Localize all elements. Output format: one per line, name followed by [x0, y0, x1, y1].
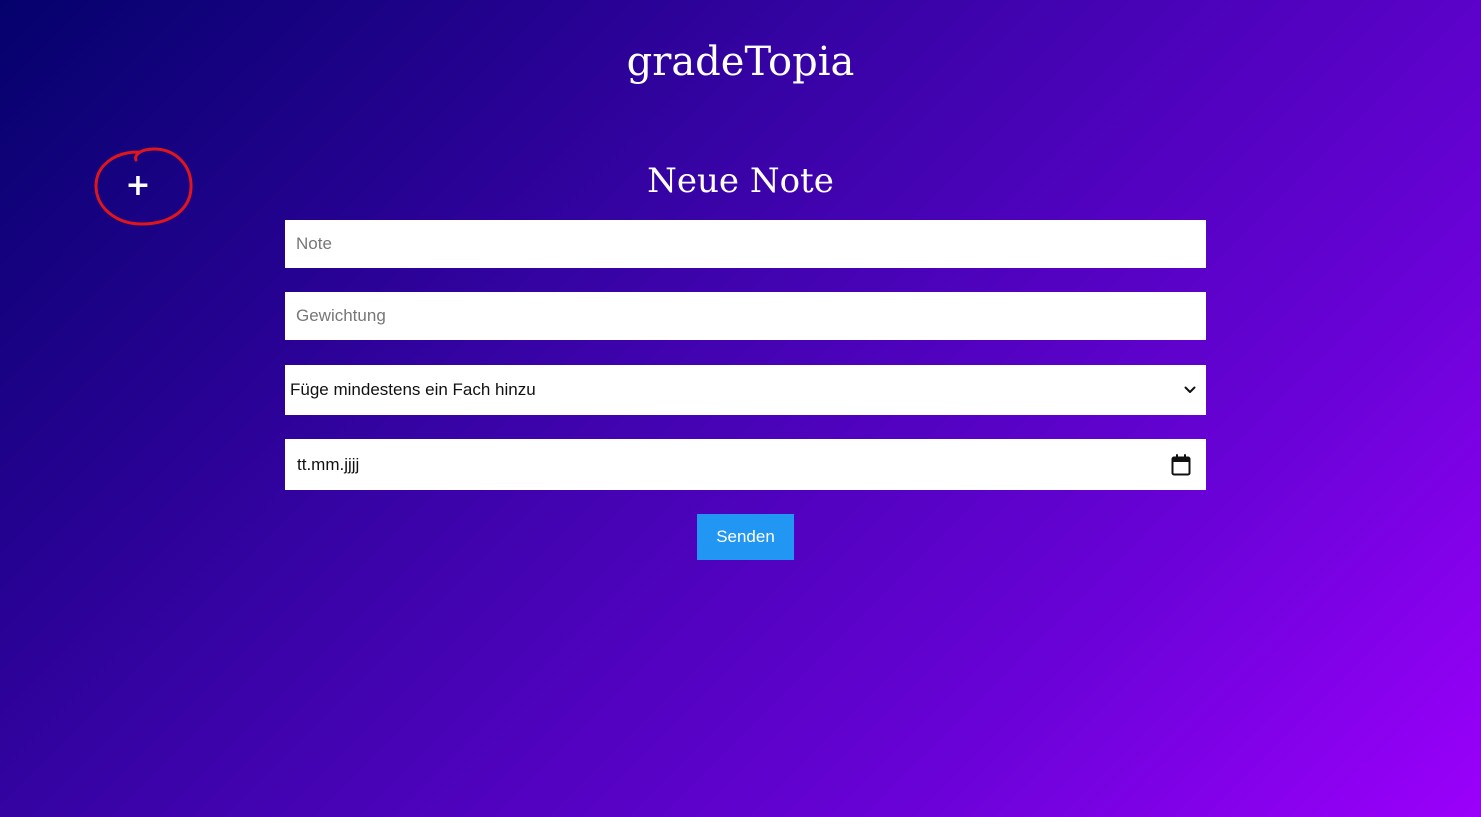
weight-input[interactable]: [285, 292, 1206, 340]
subject-select-value: Füge mindestens ein Fach hinzu: [290, 380, 536, 399]
chevron-down-icon: [1181, 381, 1199, 399]
date-input-value: tt.mm.jjjj: [297, 454, 360, 474]
submit-button[interactable]: Senden: [697, 514, 794, 560]
date-input[interactable]: tt.mm.jjjj: [285, 439, 1206, 490]
form-title: Neue Note: [647, 161, 834, 201]
note-input[interactable]: [285, 220, 1206, 268]
app-title: gradeTopia: [626, 39, 855, 85]
subject-select[interactable]: Füge mindestens ein Fach hinzu: [285, 365, 1206, 415]
calendar-icon[interactable]: [1170, 453, 1192, 476]
